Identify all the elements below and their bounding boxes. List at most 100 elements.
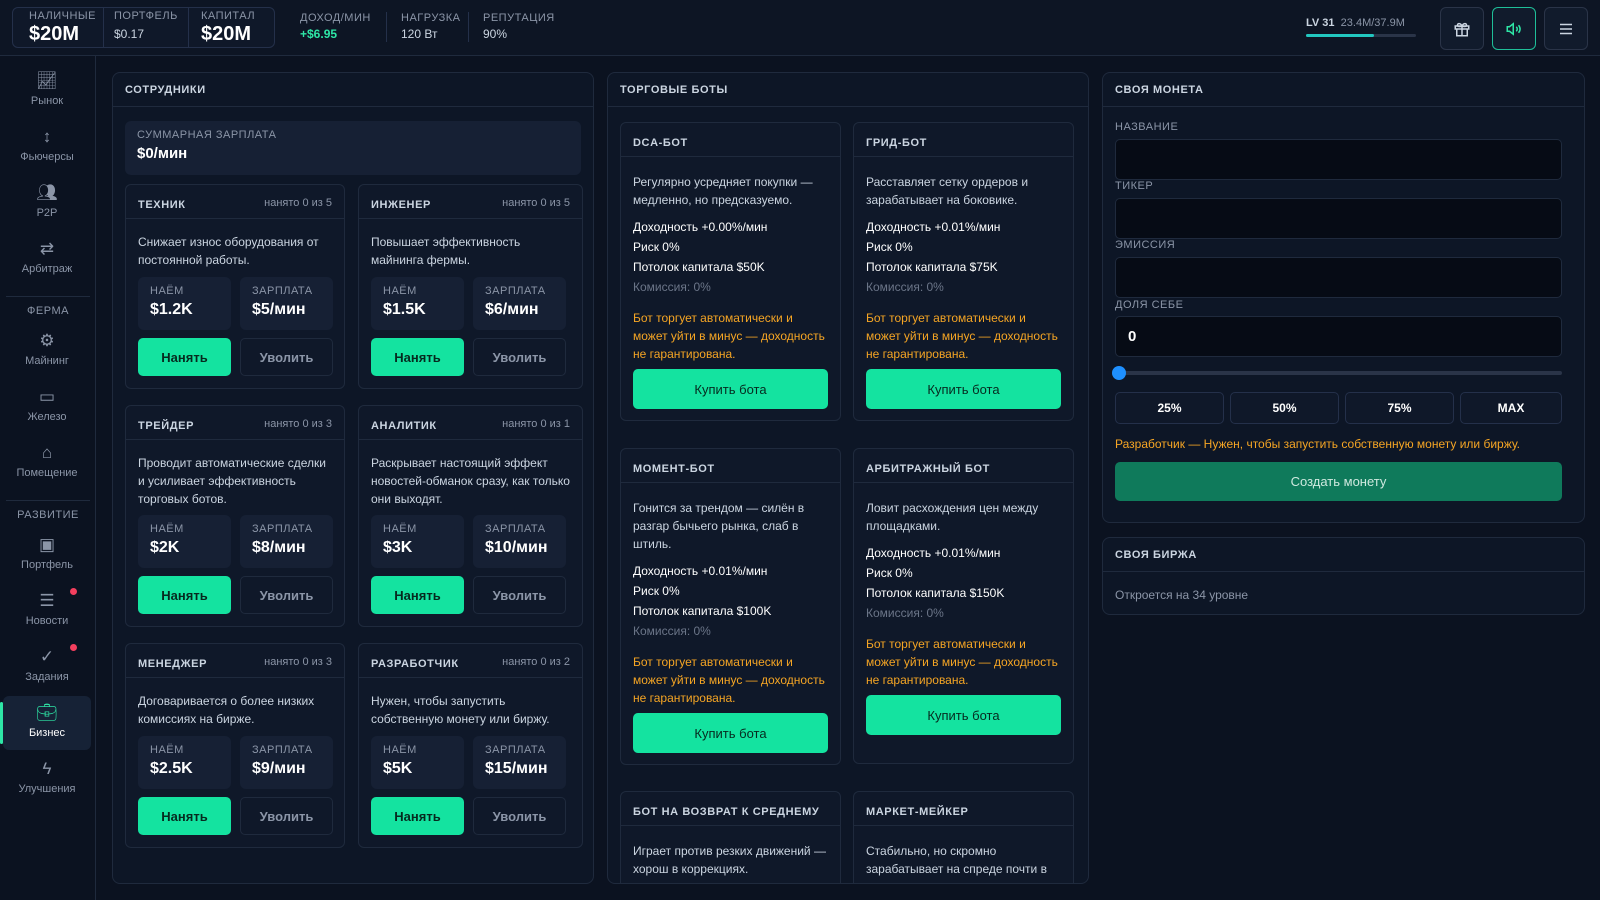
sidebar: 📈︎ Рынок ↕ Фьючерсы 👥︎ P2P ⇄ Арбитраж ФЕРМА … bbox=[0, 56, 96, 900]
bot-cap: Потолок капитала $100K bbox=[633, 604, 772, 618]
fire-button[interactable]: Уволить bbox=[473, 576, 566, 614]
staff-hired-count: нанято 0 из 5 bbox=[502, 197, 570, 209]
bots-panel[interactable]: ТОРГОВЫЕ БОТЫ DCA-БОТ Регулярно усредняе… bbox=[607, 72, 1089, 884]
hire-cost-label: НАЁМ bbox=[383, 285, 417, 297]
salary-value: $8/мин bbox=[252, 539, 306, 556]
staff-hired-count: нанято 0 из 5 bbox=[264, 197, 332, 209]
cash-value: $20M bbox=[29, 23, 80, 45]
hire-button[interactable]: Нанять bbox=[138, 338, 231, 376]
bot-yield: Доходность +0.00%/мин bbox=[633, 220, 768, 234]
swap-icon: ⇄ bbox=[39, 239, 55, 258]
hire-cost-label: НАЁМ bbox=[383, 744, 417, 756]
load-stat: НАГРУЗКА 120 Вт bbox=[386, 12, 474, 42]
sidebar-item-label: Арбитраж bbox=[21, 263, 73, 275]
buy-bot-button[interactable]: Купить бота bbox=[633, 713, 828, 753]
coin-panel: СВОЯ МОНЕТА НАЗВАНИЕ ТИКЕР ЭМИССИЯ ДОЛЯ … bbox=[1102, 72, 1585, 523]
fire-button[interactable]: Уволить bbox=[473, 797, 566, 835]
speaker-icon bbox=[1506, 21, 1521, 36]
preset-25-button[interactable]: 25% bbox=[1115, 392, 1224, 424]
sidebar-item-label: Рынок bbox=[30, 95, 64, 107]
fire-button[interactable]: Уволить bbox=[240, 338, 333, 376]
bots-title: ТОРГОВЫЕ БОТЫ bbox=[608, 73, 1088, 107]
bot-yield: Доходность +0.01%/мин bbox=[866, 220, 1001, 234]
staff-hired-count: нанято 0 из 3 bbox=[264, 656, 332, 668]
gift-button[interactable] bbox=[1440, 7, 1484, 50]
staff-card-header: АНАЛИТИК нанято 0 из 1 bbox=[359, 406, 582, 440]
cpu-icon: ⚙ bbox=[39, 331, 55, 350]
coin-supply-input[interactable] bbox=[1115, 257, 1562, 298]
sidebar-item-upgrades[interactable]: ϟ Улучшения bbox=[3, 752, 91, 806]
hire-button[interactable]: Нанять bbox=[371, 338, 464, 376]
sidebar-item-label: Железо bbox=[27, 411, 67, 423]
coin-share-input[interactable]: 0 bbox=[1115, 316, 1562, 357]
exchange-panel: СВОЯ БИРЖА Откроется на 34 уровне bbox=[1102, 537, 1585, 615]
hire-cost-value: $2K bbox=[150, 539, 180, 556]
bot-warning: Бот торгует автоматически и может уйти в… bbox=[633, 311, 825, 361]
salary-value: $15/мин bbox=[485, 760, 548, 777]
hire-button[interactable]: Нанять bbox=[371, 797, 464, 835]
hire-cost: НАЁМ $1.5K bbox=[371, 277, 464, 330]
preset-max-button[interactable]: MAX bbox=[1460, 392, 1562, 424]
share-slider-handle[interactable] bbox=[1112, 366, 1126, 380]
buy-bot-button[interactable]: Купить бота bbox=[633, 369, 828, 409]
preset-50-button[interactable]: 50% bbox=[1230, 392, 1339, 424]
sidebar-item-tasks[interactable]: ✓ Задания bbox=[3, 640, 91, 694]
bot-fee: Комиссия: 0% bbox=[633, 280, 711, 294]
bot-risk: Риск 0% bbox=[866, 240, 913, 254]
sound-button[interactable] bbox=[1492, 7, 1536, 50]
bot-fee: Комиссия: 0% bbox=[866, 280, 944, 294]
sidebar-item-market[interactable]: 📈︎ Рынок bbox=[3, 64, 91, 118]
bot-warning: Бот торгует автоматически и может уйти в… bbox=[866, 311, 1058, 361]
sidebar-item-hardware[interactable]: ▭ Железо bbox=[3, 380, 91, 434]
fire-button[interactable]: Уволить bbox=[473, 338, 566, 376]
coin-ticker-input[interactable] bbox=[1115, 198, 1562, 239]
sidebar-item-label: Майнинг bbox=[25, 355, 69, 367]
load-label: НАГРУЗКА bbox=[401, 12, 461, 24]
staff-hired-count: нанято 0 из 3 bbox=[264, 418, 332, 430]
bot-cap: Потолок капитала $75K bbox=[866, 260, 998, 274]
sidebar-item-mining[interactable]: ⚙ Майнинг bbox=[3, 324, 91, 378]
staff-role-desc: Раскрывает настоящий эффект новостей-обм… bbox=[371, 456, 570, 506]
bot-card-header: МАРКЕТ-МЕЙКЕР bbox=[854, 792, 1073, 826]
sidebar-item-portfolio[interactable]: ▣ Портфель bbox=[3, 528, 91, 582]
sidebar-item-news[interactable]: ☰ Новости bbox=[3, 584, 91, 638]
share-slider[interactable] bbox=[1112, 366, 1562, 380]
sidebar-item-p2p[interactable]: 👥︎ P2P bbox=[3, 176, 91, 230]
bot-risk: Риск 0% bbox=[633, 240, 680, 254]
portfolio-value: $0.17 bbox=[114, 27, 145, 41]
bot-card-grid: ГРИД-БОТ Расставляет сетку ордеров и зар… bbox=[853, 122, 1074, 421]
bot-yield: Доходность +0.01%/мин bbox=[866, 546, 1001, 560]
sidebar-item-label: Фьючерсы bbox=[20, 151, 74, 163]
top-bar: НАЛИЧНЫЕ $20M ПОРТФЕЛЬ $0.17 КАПИТАЛ $20… bbox=[0, 0, 1600, 56]
exchange-note: Откроется на 34 уровне bbox=[1115, 588, 1249, 602]
bot-metrics: Доходность +0.01%/мин Риск 0% Потолок ка… bbox=[866, 217, 1000, 297]
preset-75-button[interactable]: 75% bbox=[1345, 392, 1454, 424]
bot-risk: Риск 0% bbox=[866, 566, 913, 580]
hire-button[interactable]: Нанять bbox=[371, 576, 464, 614]
hire-button[interactable]: Нанять bbox=[138, 797, 231, 835]
buy-bot-button[interactable]: Купить бота bbox=[866, 369, 1061, 409]
fire-button[interactable]: Уволить bbox=[240, 797, 333, 835]
menu-button[interactable] bbox=[1544, 7, 1588, 50]
create-coin-button[interactable]: Создать монету bbox=[1115, 462, 1562, 501]
coin-name-input[interactable] bbox=[1115, 139, 1562, 180]
staff-role-desc: Нужен, чтобы запустить собственную монет… bbox=[371, 694, 550, 726]
bot-warning: Бот торгует автоматически и может уйти в… bbox=[866, 637, 1058, 687]
bot-desc: Регулярно усредняет покупки — медленно, … bbox=[633, 175, 813, 207]
sidebar-item-premises[interactable]: ⌂ Помещение bbox=[3, 436, 91, 490]
sidebar-item-business[interactable]: 💼︎ Бизнес bbox=[0, 696, 91, 750]
check-circle-icon: ✓ bbox=[39, 647, 55, 666]
bot-name: БОТ НА ВОЗВРАТ К СРЕДНЕМУ bbox=[633, 806, 820, 818]
sidebar-item-futures[interactable]: ↕ Фьючерсы bbox=[3, 120, 91, 174]
total-salary: СУММАРНАЯ ЗАРПЛАТА $0/мин bbox=[125, 121, 581, 175]
sidebar-item-arbitrage[interactable]: ⇄ Арбитраж bbox=[3, 232, 91, 286]
gift-icon bbox=[1454, 22, 1470, 36]
buy-bot-button[interactable]: Купить бота bbox=[866, 695, 1061, 735]
level-bar-fill bbox=[1306, 34, 1375, 37]
hire-button[interactable]: Нанять bbox=[138, 576, 231, 614]
fire-button[interactable]: Уволить bbox=[240, 576, 333, 614]
income-value: +$6.95 bbox=[300, 27, 338, 41]
reputation-label: РЕПУТАЦИЯ bbox=[483, 12, 555, 24]
load-value: 120 Вт bbox=[401, 27, 438, 41]
salary-cost: ЗАРПЛАТА $8/мин bbox=[240, 515, 333, 568]
